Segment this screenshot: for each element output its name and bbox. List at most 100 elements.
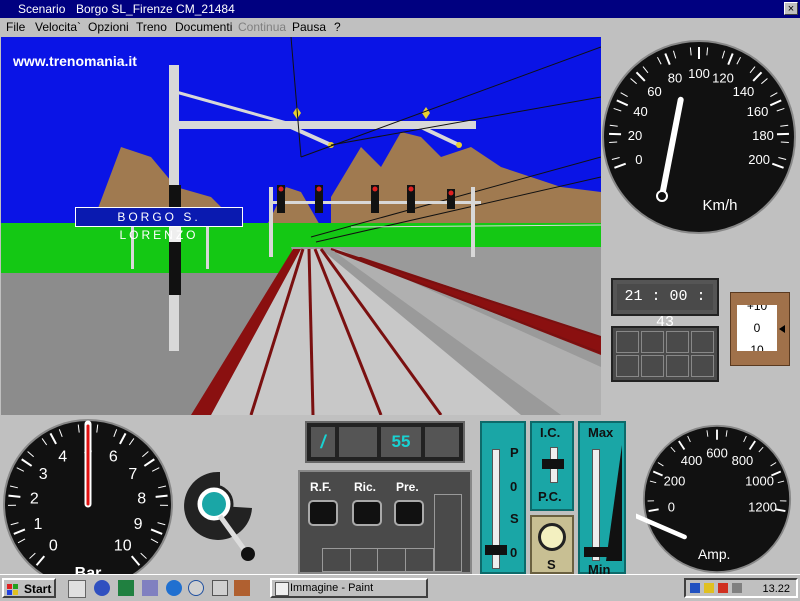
taskbar-item-paint[interactable]: Immagine - Paint (270, 578, 428, 598)
aux-button-grid (611, 326, 719, 382)
menu-velocita[interactable]: Velocita` (35, 20, 81, 34)
lever-label-0b: 0 (510, 545, 517, 560)
ampmeter: 020040060080010001200 Amp. (636, 424, 798, 574)
aux-button[interactable] (616, 355, 639, 377)
menu-opzioni[interactable]: Opzioni (88, 20, 129, 34)
taskbar: Start Immagine - Paint 13.22 (0, 574, 800, 600)
slope-tick-plus: +10 (737, 305, 777, 313)
amp-label: 1000 (745, 473, 774, 488)
speed-setpoint-display: 55 (381, 427, 421, 457)
speed-unit: Km/h (702, 197, 737, 214)
speed-label: 60 (647, 84, 661, 99)
amp-label: 800 (732, 453, 754, 468)
pressure-label: 6 (109, 448, 118, 465)
pressure-tick (8, 496, 20, 497)
speed-label: 20 (628, 128, 642, 143)
max-min-lever-handle[interactable] (584, 547, 608, 557)
pressure-label: 9 (134, 516, 143, 533)
start-label: Start (24, 582, 51, 596)
speed-label: 40 (633, 104, 647, 119)
watermark: www.trenomania.it (13, 53, 137, 69)
quicklaunch-icon[interactable] (94, 580, 110, 596)
aux-button[interactable] (666, 355, 689, 377)
quicklaunch-icon[interactable] (142, 580, 158, 596)
rf-button[interactable] (308, 500, 338, 526)
menu-documenti[interactable]: Documenti (175, 20, 232, 34)
direction-indicator: / (311, 427, 335, 457)
quicklaunch-icon[interactable] (118, 580, 134, 596)
switch-cell[interactable] (351, 549, 379, 571)
pre-label: Pre. (396, 480, 419, 494)
aux-button[interactable] (641, 355, 664, 377)
pressure-label: 0 (49, 537, 58, 554)
pressure-label: 1 (33, 516, 42, 533)
slope-indicator: +10 0 10 (730, 292, 790, 366)
internet-explorer-icon[interactable] (166, 580, 182, 596)
pressure-label: 10 (114, 537, 132, 554)
lever-label-0a: 0 (510, 479, 517, 494)
ic-pc-panel: I.C. P.C. (530, 421, 574, 511)
speed-label: 80 (668, 71, 682, 86)
switch-cell[interactable] (378, 549, 406, 571)
slope-tick-minus: 10 (737, 343, 777, 351)
taskbar-clock: 13.22 (762, 583, 790, 595)
start-button[interactable]: Start (2, 578, 56, 598)
lever-label-s: S (510, 511, 519, 526)
tray-icon[interactable] (690, 583, 700, 593)
traction-lever-panel: P 0 S 0 (480, 421, 526, 574)
cab-view-scene: www.trenomania.it BORGO S. LORENZO (1, 37, 601, 415)
ric-button[interactable] (352, 500, 382, 526)
amp-label: 200 (664, 473, 686, 488)
ic-label: I.C. (540, 425, 560, 440)
switch-cell[interactable] (406, 549, 434, 571)
menu-pausa[interactable]: Pausa (292, 20, 326, 34)
speed-label: 180 (752, 128, 774, 143)
lever-label-p: P (510, 445, 519, 460)
aux-button[interactable] (666, 331, 689, 353)
speed-label: 0 (635, 152, 642, 167)
pc-label: P.C. (538, 489, 562, 504)
rf-label: R.F. (310, 480, 331, 494)
aux-button[interactable] (616, 331, 639, 353)
menu-help[interactable]: ? (334, 20, 341, 34)
traction-lever-handle[interactable] (485, 545, 507, 555)
menu-file[interactable]: File (6, 20, 25, 34)
slope-pointer-icon (779, 325, 785, 333)
aux-button[interactable] (691, 355, 714, 377)
speed-label: 140 (733, 84, 755, 99)
brake-lever[interactable] (180, 466, 260, 566)
app-menu-label[interactable]: Scenario (18, 2, 65, 16)
speaker-icon[interactable] (732, 583, 742, 593)
control-panel: R.F. Ric. Pre. (298, 470, 472, 574)
title-bar: Scenario Borgo SL_Firenze CM_21484 × (0, 0, 800, 18)
amp-label: 0 (668, 500, 675, 515)
amp-label: 600 (706, 445, 728, 460)
switch-cell[interactable] (323, 549, 351, 571)
close-button[interactable]: × (784, 2, 798, 15)
s-button[interactable] (538, 523, 566, 551)
side-switch-column[interactable] (434, 494, 462, 572)
tray-icon[interactable] (704, 583, 714, 593)
menu-continua: Continua (238, 20, 286, 34)
tray-icon[interactable] (718, 583, 728, 593)
pre-button[interactable] (394, 500, 424, 526)
ic-pc-switch-handle[interactable] (542, 459, 564, 469)
aux-button[interactable] (691, 331, 714, 353)
max-min-panel: Max Min (578, 421, 626, 574)
aux-button[interactable] (641, 331, 664, 353)
s-label: S (547, 557, 556, 572)
speed-label: 120 (712, 71, 734, 86)
windows-logo-icon (7, 583, 19, 595)
quicklaunch-icon[interactable] (68, 580, 86, 598)
menu-treno[interactable]: Treno (136, 20, 167, 34)
quicklaunch-icon[interactable] (234, 580, 250, 596)
quicklaunch-icon[interactable] (212, 580, 228, 596)
quicklaunch-icon[interactable] (188, 580, 204, 596)
bottom-switch-row (322, 548, 434, 572)
speedometer: 020406080100120140160180200 Km/h (600, 38, 798, 236)
amp-unit: Amp. (698, 546, 730, 562)
speed-label: 100 (688, 66, 710, 81)
speed-label: 200 (748, 152, 770, 167)
speed-needle-hub (657, 191, 667, 201)
display-cell (339, 427, 377, 457)
